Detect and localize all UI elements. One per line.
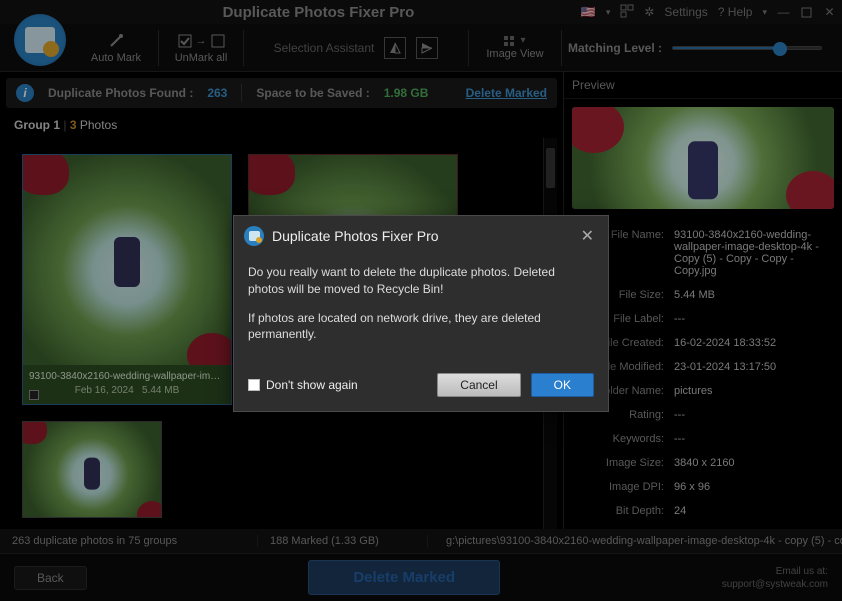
dialog-message-1: Do you really want to delete the duplica…	[248, 264, 594, 298]
dialog-cancel-button[interactable]: Cancel	[437, 373, 520, 397]
dont-show-label: Don't show again	[266, 378, 358, 392]
dialog-logo-icon	[244, 226, 264, 246]
dialog-body: Do you really want to delete the duplica…	[234, 252, 608, 367]
dont-show-again[interactable]: Don't show again	[248, 378, 427, 392]
dialog-ok-button[interactable]: OK	[531, 373, 594, 397]
dialog-message-2: If photos are located on network drive, …	[248, 310, 594, 344]
dialog-title: Duplicate Photos Fixer Pro	[272, 228, 569, 244]
dont-show-checkbox[interactable]	[248, 379, 260, 391]
dialog-close-button[interactable]: ✕	[577, 226, 598, 246]
confirm-dialog: Duplicate Photos Fixer Pro ✕ Do you real…	[233, 215, 609, 412]
